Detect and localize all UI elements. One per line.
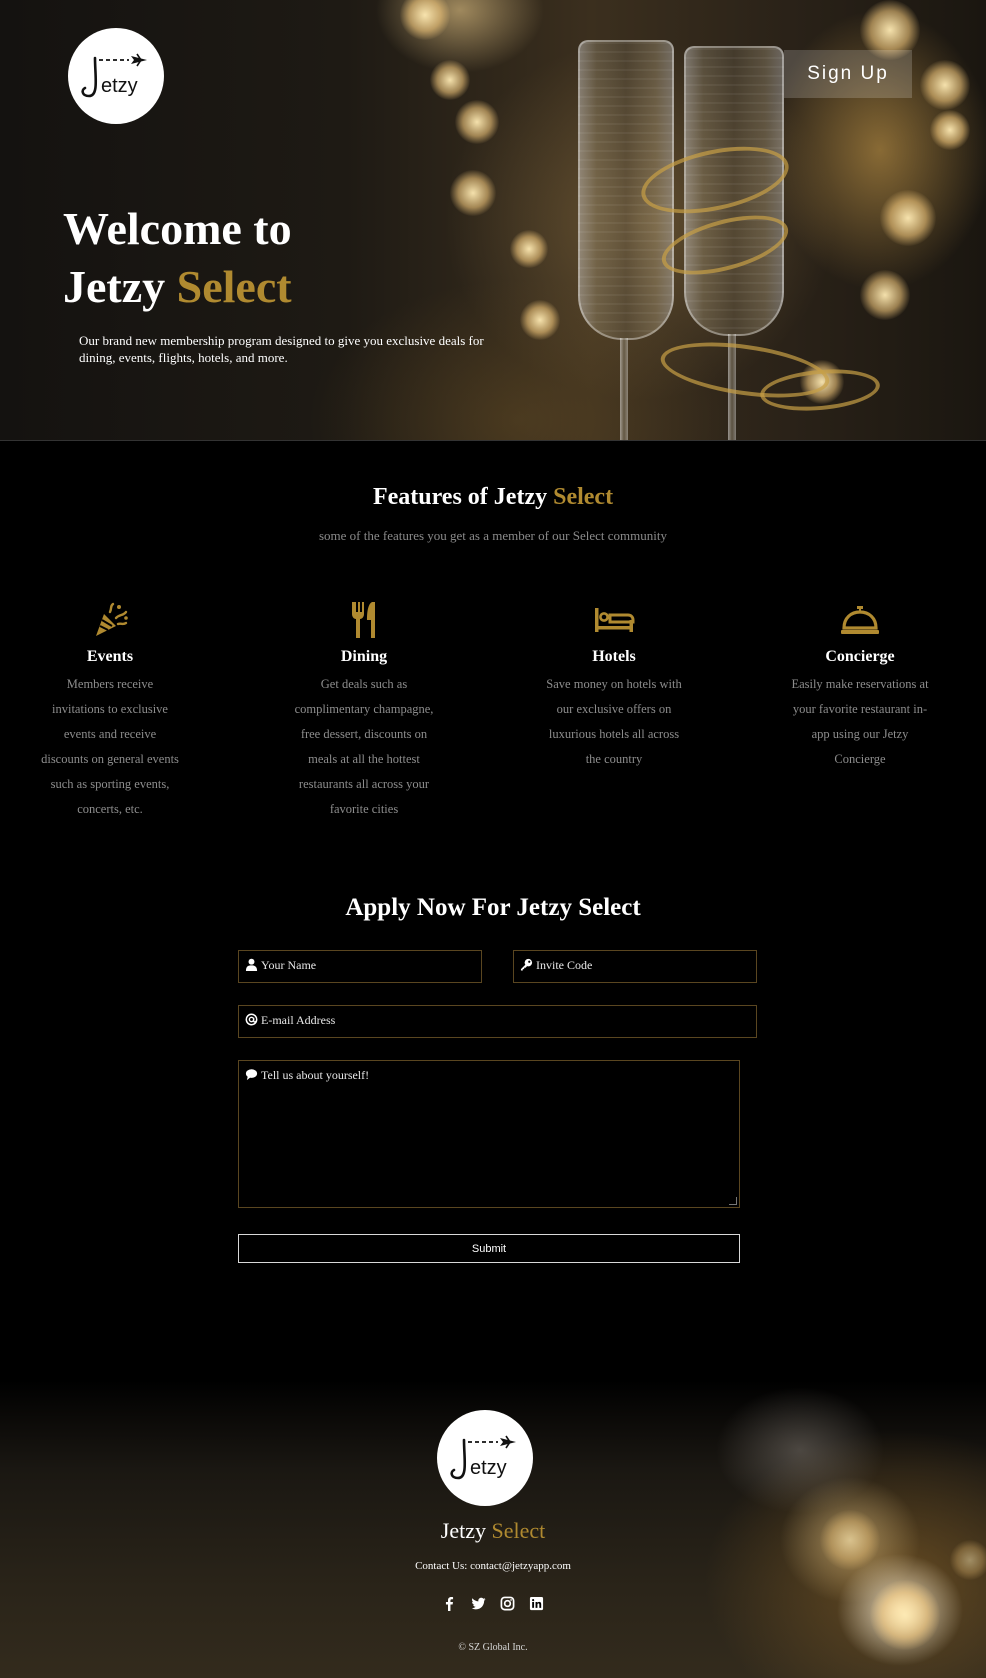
name-field[interactable] (238, 950, 482, 983)
svg-text:etzy: etzy (101, 75, 138, 97)
hero-title-line1: Welcome to (63, 203, 292, 254)
social-links (0, 1596, 986, 1611)
svg-text:etzy: etzy (470, 1457, 507, 1479)
jetzy-logo-mark: etzy (450, 1435, 516, 1480)
jetzy-logo-mark: etzy (81, 53, 147, 98)
bokeh-light (510, 230, 548, 268)
feature-concierge: Concierge Easily make reservations at yo… (790, 598, 930, 772)
feature-dining: Dining Get deals such as complimentary c… (294, 598, 434, 822)
twitter-icon[interactable] (471, 1596, 486, 1611)
resize-handle[interactable] (729, 1197, 737, 1205)
feature-description: Get deals such as complimentary champagn… (294, 677, 434, 816)
facebook-icon[interactable] (442, 1596, 457, 1611)
message-textarea[interactable] (261, 1068, 733, 1200)
instagram-icon[interactable] (500, 1596, 515, 1611)
footer-contact[interactable]: Contact Us: contact@jetzyapp.com (0, 1560, 986, 1572)
name-input[interactable] (261, 958, 475, 973)
message-field[interactable] (238, 1060, 740, 1208)
bokeh-light (455, 100, 499, 144)
hero-subtitle: Our brand new membership program designe… (79, 333, 484, 365)
email-input[interactable] (261, 1013, 750, 1028)
section-divider (0, 440, 986, 441)
feature-title: Hotels (592, 648, 636, 665)
jetzy-logo[interactable]: etzy (68, 28, 164, 124)
invite-code-field[interactable] (513, 950, 757, 983)
features-title-accent: Select (553, 484, 614, 510)
hero-title: Welcome to Jetzy Select (63, 200, 292, 316)
bokeh-light (520, 300, 560, 340)
email-field[interactable] (238, 1005, 757, 1038)
footer-brand-accent: Select (491, 1518, 546, 1543)
feature-description: Members receive invitations to exclusive… (41, 677, 179, 816)
concierge-bell-icon (841, 606, 879, 634)
feature-title: Concierge (825, 648, 895, 665)
footer-brand: Jetzy Select (0, 1518, 986, 1544)
bokeh-light (930, 110, 970, 150)
feature-title: Dining (340, 648, 388, 665)
footer: etzy Jetzy Select Contact Us: contact@je… (0, 1380, 986, 1678)
feature-events: Events Members receive invitations to ex… (40, 598, 180, 822)
invite-code-input[interactable] (536, 958, 750, 973)
copyright: © SZ Global Inc. (458, 1642, 528, 1653)
bed-icon (595, 608, 635, 632)
bokeh-light (860, 270, 910, 320)
user-icon (245, 958, 258, 971)
features-title: Features of Jetzy Select (0, 484, 986, 511)
at-sign-icon (245, 1013, 258, 1026)
sign-up-button[interactable]: Sign Up (784, 50, 912, 98)
bokeh-light (450, 170, 496, 216)
submit-button[interactable]: Submit (238, 1234, 740, 1263)
feature-title: Events (86, 648, 134, 665)
hero-title-accent: Select (176, 261, 292, 312)
apply-title: Apply Now For Jetzy Select (345, 894, 641, 921)
hero-title-brand: Jetzy (63, 261, 166, 312)
glass-stem (620, 338, 628, 440)
key-icon (520, 958, 533, 971)
feature-description: Easily make reservations at your favorit… (791, 677, 929, 766)
features-subtitle: some of the features you get as a member… (318, 528, 667, 543)
party-popper-icon (96, 602, 128, 636)
footer-brand-word: Jetzy (440, 1518, 486, 1543)
bokeh-light (870, 1580, 940, 1650)
bokeh-light (920, 60, 970, 110)
bokeh-light (880, 190, 936, 246)
bokeh-light (400, 0, 450, 40)
feature-hotels: Hotels Save money on hotels with our exc… (544, 598, 684, 772)
footer-jetzy-logo[interactable]: etzy (437, 1410, 533, 1506)
bokeh-light (430, 60, 470, 100)
feature-description: Save money on hotels with our exclusive … (546, 677, 682, 766)
features-title-main: Features of Jetzy (372, 484, 548, 510)
comment-icon (245, 1069, 258, 1081)
hero-banner: etzy Sign Up Welcome to Jetzy Select Our… (0, 0, 986, 440)
utensils-icon (352, 602, 375, 638)
linkedin-icon[interactable] (529, 1596, 544, 1611)
